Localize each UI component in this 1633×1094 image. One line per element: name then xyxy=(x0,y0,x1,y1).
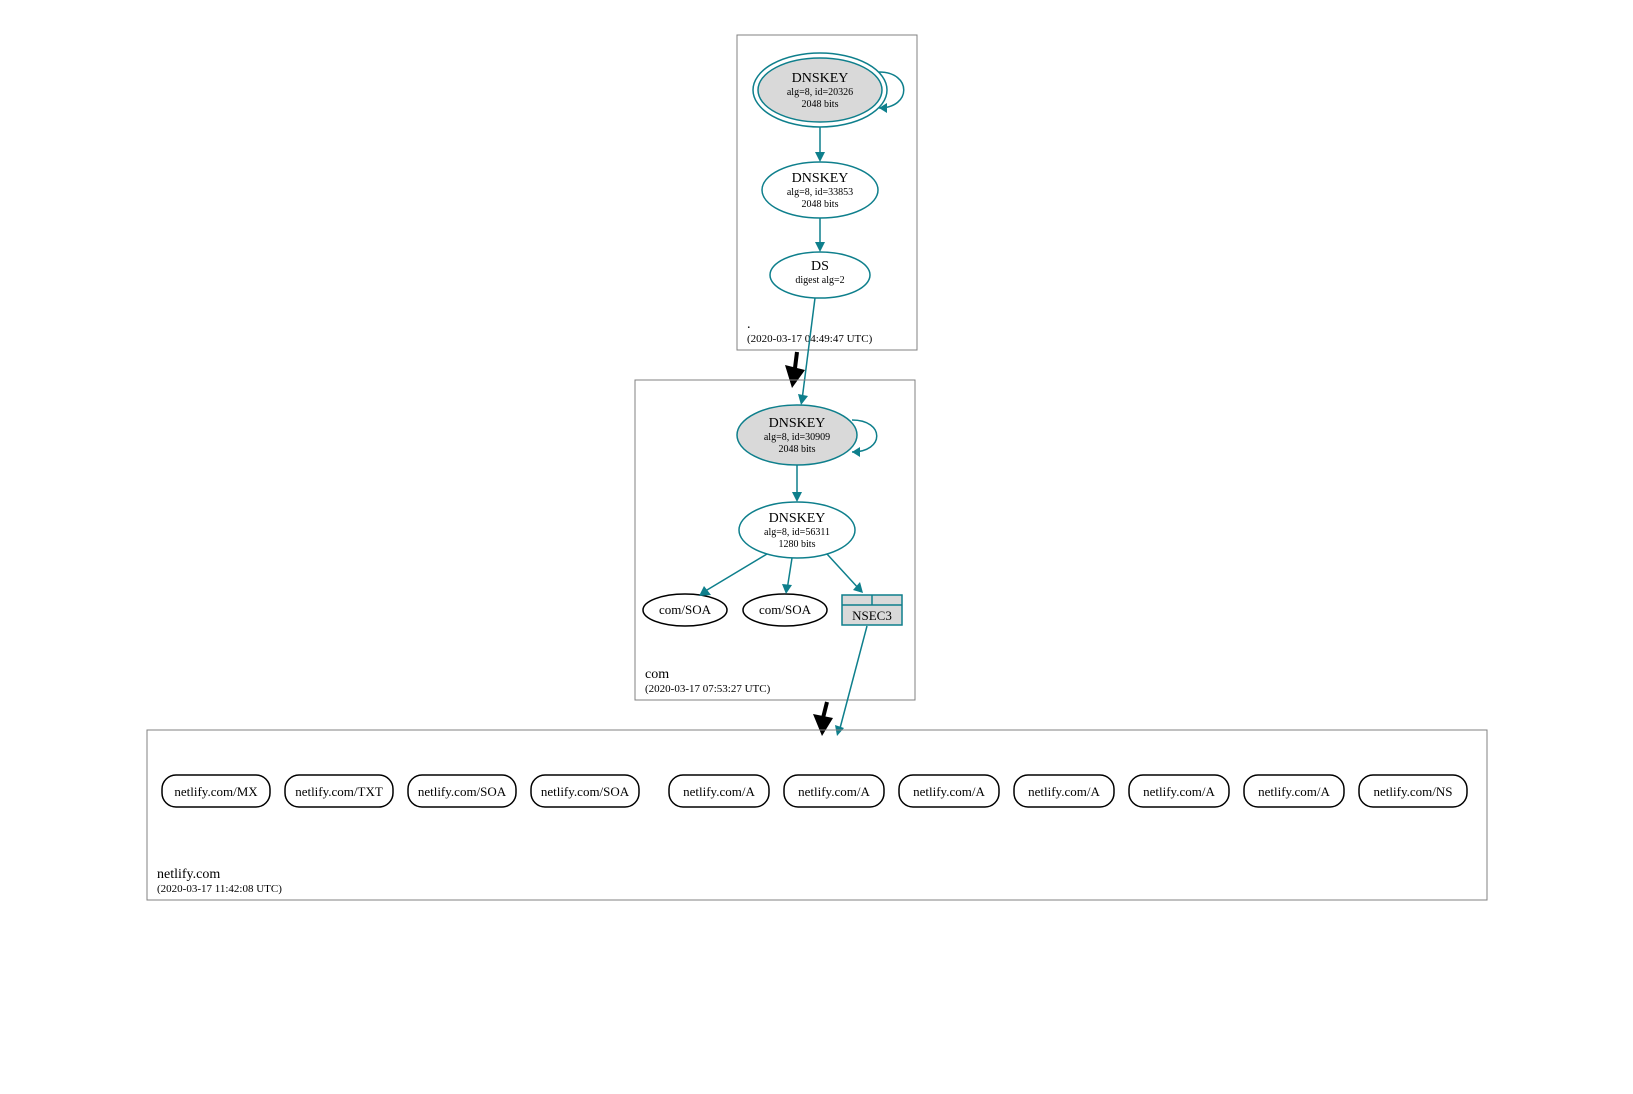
zone-root-label: . xyxy=(747,317,751,332)
zone-com-label: com xyxy=(645,667,669,682)
svg-text:alg=8, id=56311: alg=8, id=56311 xyxy=(764,527,830,538)
root-zsk-node: DNSKEY alg=8, id=33853 2048 bits xyxy=(762,162,878,218)
svg-text:2048 bits: 2048 bits xyxy=(801,199,838,210)
svg-text:NSEC3: NSEC3 xyxy=(852,608,892,623)
com-nsec3-node: NSEC3 xyxy=(842,595,902,625)
netlify-rr-5: netlify.com/A xyxy=(784,775,884,807)
netlify-rr-7: netlify.com/A xyxy=(1014,775,1114,807)
svg-text:netlify.com/A: netlify.com/A xyxy=(1143,784,1215,799)
svg-text:alg=8, id=20326: alg=8, id=20326 xyxy=(786,87,852,98)
svg-text:netlify.com/SOA: netlify.com/SOA xyxy=(540,784,629,799)
netlify-rr-8: netlify.com/A xyxy=(1129,775,1229,807)
zone-netlify-timestamp: (2020-03-17 11:42:08 UTC) xyxy=(157,883,282,895)
zone-netlify: netlify.com (2020-03-17 11:42:08 UTC) ne… xyxy=(147,730,1487,900)
svg-text:netlify.com/SOA: netlify.com/SOA xyxy=(417,784,506,799)
netlify-rr-6: netlify.com/A xyxy=(899,775,999,807)
svg-text:netlify.com/A: netlify.com/A xyxy=(798,784,870,799)
com-ksk-node: DNSKEY alg=8, id=30909 2048 bits xyxy=(737,405,857,465)
root-to-com-arrows xyxy=(785,298,815,405)
netlify-rr-1: netlify.com/TXT xyxy=(285,775,393,807)
zone-com: com (2020-03-17 07:53:27 UTC) DNSKEY alg… xyxy=(635,380,915,700)
svg-text:com/SOA: com/SOA xyxy=(759,602,812,617)
svg-text:alg=8, id=33853: alg=8, id=33853 xyxy=(786,187,852,198)
netlify-rr-0: netlify.com/MX xyxy=(162,775,270,807)
svg-text:com/SOA: com/SOA xyxy=(659,602,712,617)
netlify-rr-9: netlify.com/A xyxy=(1244,775,1344,807)
svg-text:DNSKEY: DNSKEY xyxy=(791,71,848,86)
svg-text:DS: DS xyxy=(811,259,829,274)
zone-netlify-label: netlify.com xyxy=(157,867,220,882)
svg-text:DNSKEY: DNSKEY xyxy=(791,171,848,186)
svg-text:netlify.com/MX: netlify.com/MX xyxy=(174,784,258,799)
svg-text:netlify.com/A: netlify.com/A xyxy=(683,784,755,799)
zone-com-timestamp: (2020-03-17 07:53:27 UTC) xyxy=(645,683,771,695)
com-to-netlify-arrows xyxy=(813,626,867,736)
svg-text:netlify.com/TXT: netlify.com/TXT xyxy=(295,784,383,799)
netlify-rr-2: netlify.com/SOA xyxy=(408,775,516,807)
svg-text:1280 bits: 1280 bits xyxy=(778,539,815,550)
svg-text:2048 bits: 2048 bits xyxy=(801,99,838,110)
zone-root: . (2020-03-17 04:49:47 UTC) DNSKEY alg=8… xyxy=(737,35,917,350)
svg-text:netlify.com/A: netlify.com/A xyxy=(1258,784,1330,799)
com-zsk-node: DNSKEY alg=8, id=56311 1280 bits xyxy=(739,502,855,558)
root-ksk-node: DNSKEY alg=8, id=20326 2048 bits xyxy=(753,53,887,127)
com-soa-2: com/SOA xyxy=(743,594,827,626)
svg-text:2048 bits: 2048 bits xyxy=(778,444,815,455)
com-soa-1: com/SOA xyxy=(643,594,727,626)
netlify-rr-10: netlify.com/NS xyxy=(1359,775,1467,807)
svg-text:netlify.com/NS: netlify.com/NS xyxy=(1373,784,1452,799)
svg-text:digest alg=2: digest alg=2 xyxy=(795,275,844,286)
svg-text:netlify.com/A: netlify.com/A xyxy=(1028,784,1100,799)
svg-text:alg=8, id=30909: alg=8, id=30909 xyxy=(763,432,829,443)
root-ds-node: DS digest alg=2 xyxy=(770,252,870,298)
svg-text:DNSKEY: DNSKEY xyxy=(768,511,825,526)
netlify-rr-4: netlify.com/A xyxy=(669,775,769,807)
svg-text:DNSKEY: DNSKEY xyxy=(768,416,825,431)
netlify-rr-3: netlify.com/SOA xyxy=(531,775,639,807)
svg-text:netlify.com/A: netlify.com/A xyxy=(913,784,985,799)
dnssec-diagram: . (2020-03-17 04:49:47 UTC) DNSKEY alg=8… xyxy=(137,20,1497,980)
